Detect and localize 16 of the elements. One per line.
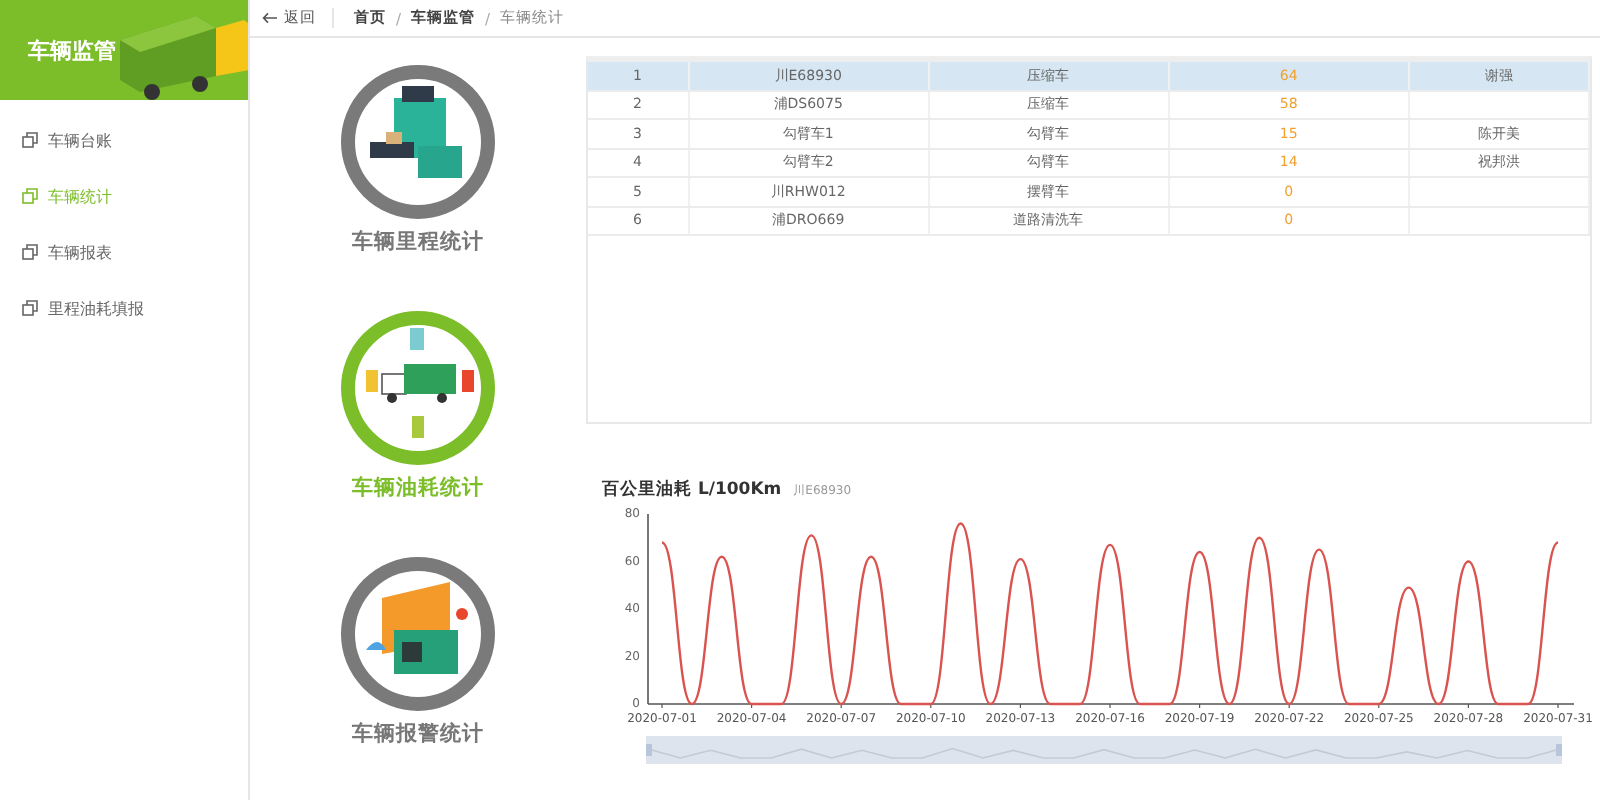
stat-card-label[interactable]: 车辆里程统计	[352, 228, 484, 256]
page-icon	[22, 132, 38, 148]
data-zoom-slider[interactable]	[646, 736, 1562, 764]
mileage-stat-drawing[interactable]	[338, 62, 498, 222]
page-icon	[22, 188, 38, 204]
app-title: 车辆监管	[26, 35, 116, 65]
sidebar-item[interactable]: 车辆报表	[0, 224, 248, 280]
sidebar-item[interactable]: 里程油耗填报	[0, 280, 248, 336]
sidebar-item[interactable]: 车辆台账	[0, 112, 248, 168]
back-arrow-icon	[262, 12, 278, 24]
page-icon	[22, 244, 38, 260]
fuel-stat-drawing[interactable]	[338, 308, 498, 468]
alarm-stat-drawing[interactable]	[338, 554, 498, 714]
stat-card-label[interactable]: 车辆报警统计	[352, 720, 484, 748]
chart-title: 百公里油耗 L/100Km	[602, 478, 782, 502]
page-icon	[22, 300, 38, 316]
